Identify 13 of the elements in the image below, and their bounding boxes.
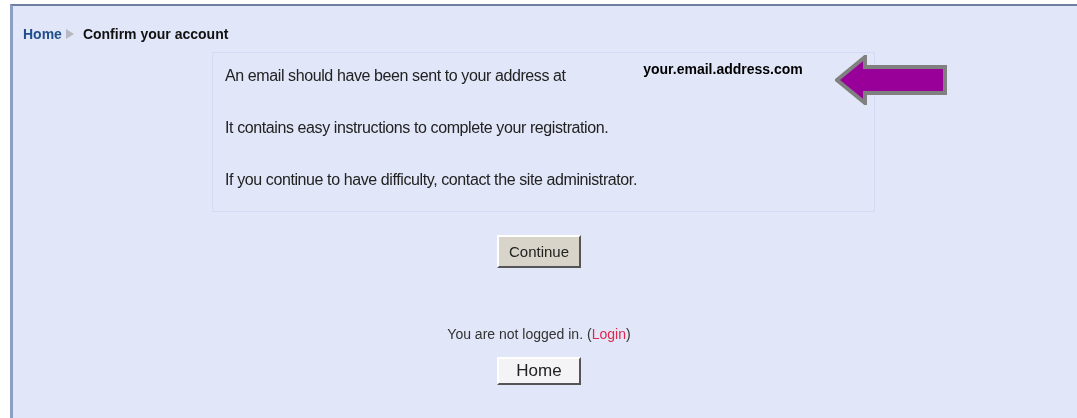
message-text: If you continue to have difficulty, contact the site administrator. xyxy=(225,171,637,189)
paren-text: ( xyxy=(587,326,592,342)
login-link[interactable]: Login xyxy=(591,326,626,342)
home-button[interactable]: Home xyxy=(497,357,581,385)
message-text: It contains easy instructions to complete your registration. xyxy=(225,119,609,137)
login-status-text: You are not logged in. xyxy=(447,326,584,342)
continue-button[interactable]: Continue xyxy=(497,235,581,268)
breadcrumb-separator-icon xyxy=(64,29,75,39)
breadcrumb-current: Confirm your account xyxy=(82,26,229,42)
message-text: An email should have been sent to your address at xyxy=(225,67,566,85)
paren-text: ) xyxy=(626,326,631,342)
arrow-icon xyxy=(835,55,947,105)
breadcrumb-home-link[interactable]: Home xyxy=(23,26,62,42)
